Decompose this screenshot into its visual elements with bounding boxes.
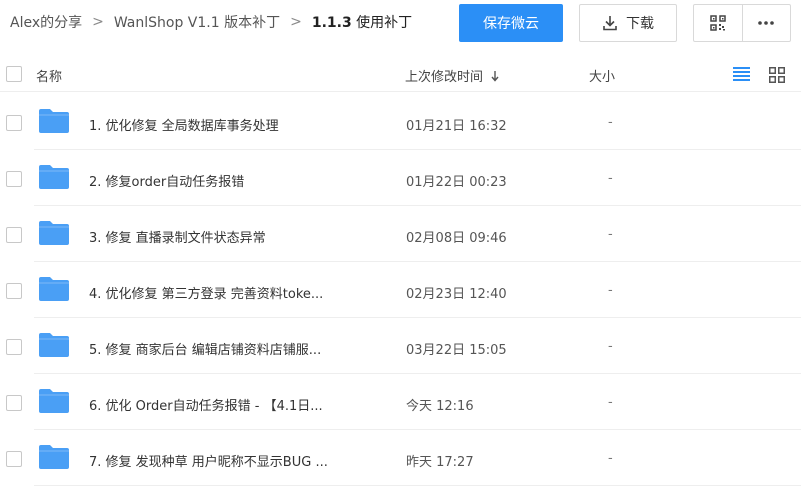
download-icon bbox=[603, 16, 617, 31]
select-all-checkbox[interactable] bbox=[6, 66, 22, 82]
modified-date: 01月22日 00:23 bbox=[406, 175, 507, 190]
file-size: - bbox=[608, 115, 613, 130]
top-bar: Alex的分享 > WanlShop V1.1 版本补丁 > 1.1.3 使用补… bbox=[0, 0, 801, 46]
modified-date: 02月23日 12:40 bbox=[406, 287, 507, 302]
list-view-icon[interactable] bbox=[733, 67, 750, 81]
breadcrumb-current-label: 使用补丁 bbox=[351, 15, 413, 31]
chevron-right-icon: > bbox=[290, 14, 302, 30]
save-button-label: 保存微云 bbox=[483, 16, 539, 32]
download-button-label: 下载 bbox=[626, 16, 654, 32]
modified-date: 今天 12:16 bbox=[406, 399, 474, 414]
more-icon bbox=[758, 21, 775, 25]
breadcrumb-item-version[interactable]: WanlShop V1.1 版本补丁 bbox=[114, 12, 280, 32]
file-row[interactable]: 4. 优化修复 第三方登录 完善资料toke... 02月23日 12:40 - bbox=[0, 262, 801, 318]
file-size: - bbox=[608, 283, 613, 298]
row-checkbox[interactable] bbox=[6, 227, 22, 243]
file-name[interactable]: 4. 优化修复 第三方登录 完善资料toke... bbox=[89, 283, 323, 302]
file-size: - bbox=[608, 171, 613, 186]
breadcrumb-current: 1.1.3 使用补丁 bbox=[312, 12, 412, 32]
row-checkbox[interactable] bbox=[6, 451, 22, 467]
column-header-size[interactable]: 大小 bbox=[589, 66, 615, 85]
column-header-name[interactable]: 名称 bbox=[36, 66, 62, 85]
file-list: 1. 优化修复 全局数据库事务处理 01月21日 16:32 - 2. 修复or… bbox=[0, 94, 801, 486]
folder-icon bbox=[39, 333, 69, 357]
file-name[interactable]: 3. 修复 直播录制文件状态异常 bbox=[89, 227, 266, 246]
more-button[interactable] bbox=[741, 5, 791, 41]
file-list-header: 名称 上次修改时间 大小 bbox=[0, 56, 801, 92]
column-header-modified-label: 上次修改时间 bbox=[405, 70, 484, 85]
file-name[interactable]: 7. 修复 发现种草 用户昵称不显示BUG ... bbox=[89, 451, 328, 470]
modified-date: 02月08日 09:46 bbox=[406, 231, 507, 246]
chevron-right-icon: > bbox=[92, 14, 104, 30]
folder-icon bbox=[39, 165, 69, 189]
row-checkbox[interactable] bbox=[6, 395, 22, 411]
folder-icon bbox=[39, 389, 69, 413]
file-row[interactable]: 2. 修复order自动任务报错 01月22日 00:23 - bbox=[0, 150, 801, 206]
row-checkbox[interactable] bbox=[6, 283, 22, 299]
file-row[interactable]: 6. 优化 Order自动任务报错 - 【4.1日... 今天 12:16 - bbox=[0, 374, 801, 430]
file-row[interactable]: 7. 修复 发现种草 用户昵称不显示BUG ... 昨天 17:27 - bbox=[0, 430, 801, 486]
folder-icon bbox=[39, 445, 69, 469]
row-divider bbox=[34, 485, 801, 486]
file-name[interactable]: 1. 优化修复 全局数据库事务处理 bbox=[89, 115, 279, 134]
modified-date: 01月21日 16:32 bbox=[406, 119, 507, 134]
file-row[interactable]: 5. 修复 商家后台 编辑店铺资料店铺服... 03月22日 15:05 - bbox=[0, 318, 801, 374]
folder-icon bbox=[39, 277, 69, 301]
folder-icon bbox=[39, 109, 69, 133]
save-to-weiyun-button[interactable]: 保存微云 bbox=[459, 4, 563, 42]
file-size: - bbox=[608, 339, 613, 354]
file-row[interactable]: 1. 优化修复 全局数据库事务处理 01月21日 16:32 - bbox=[0, 94, 801, 150]
breadcrumb-current-version: 1.1.3 bbox=[311, 15, 352, 31]
file-size: - bbox=[608, 395, 613, 410]
file-name[interactable]: 2. 修复order自动任务报错 bbox=[89, 171, 244, 190]
arrow-down-icon bbox=[491, 71, 499, 82]
breadcrumb-item-share[interactable]: Alex的分享 bbox=[10, 12, 82, 32]
row-checkbox[interactable] bbox=[6, 171, 22, 187]
file-name[interactable]: 5. 修复 商家后台 编辑店铺资料店铺服... bbox=[89, 339, 321, 358]
modified-date: 昨天 17:27 bbox=[406, 455, 474, 470]
qr-code-icon bbox=[710, 15, 726, 31]
qr-code-button[interactable] bbox=[694, 5, 742, 41]
row-checkbox[interactable] bbox=[6, 339, 22, 355]
column-header-modified[interactable]: 上次修改时间 bbox=[405, 66, 500, 85]
breadcrumb: Alex的分享 > WanlShop V1.1 版本补丁 > 1.1.3 使用补… bbox=[10, 12, 412, 32]
extra-actions-group bbox=[693, 4, 791, 42]
grid-view-icon[interactable] bbox=[769, 67, 785, 83]
file-size: - bbox=[608, 227, 613, 242]
file-size: - bbox=[608, 451, 613, 466]
download-button[interactable]: 下载 bbox=[579, 4, 677, 42]
file-row[interactable]: 3. 修复 直播录制文件状态异常 02月08日 09:46 - bbox=[0, 206, 801, 262]
folder-icon bbox=[39, 221, 69, 245]
row-checkbox[interactable] bbox=[6, 115, 22, 131]
modified-date: 03月22日 15:05 bbox=[406, 343, 507, 358]
file-name[interactable]: 6. 优化 Order自动任务报错 - 【4.1日... bbox=[89, 395, 323, 414]
